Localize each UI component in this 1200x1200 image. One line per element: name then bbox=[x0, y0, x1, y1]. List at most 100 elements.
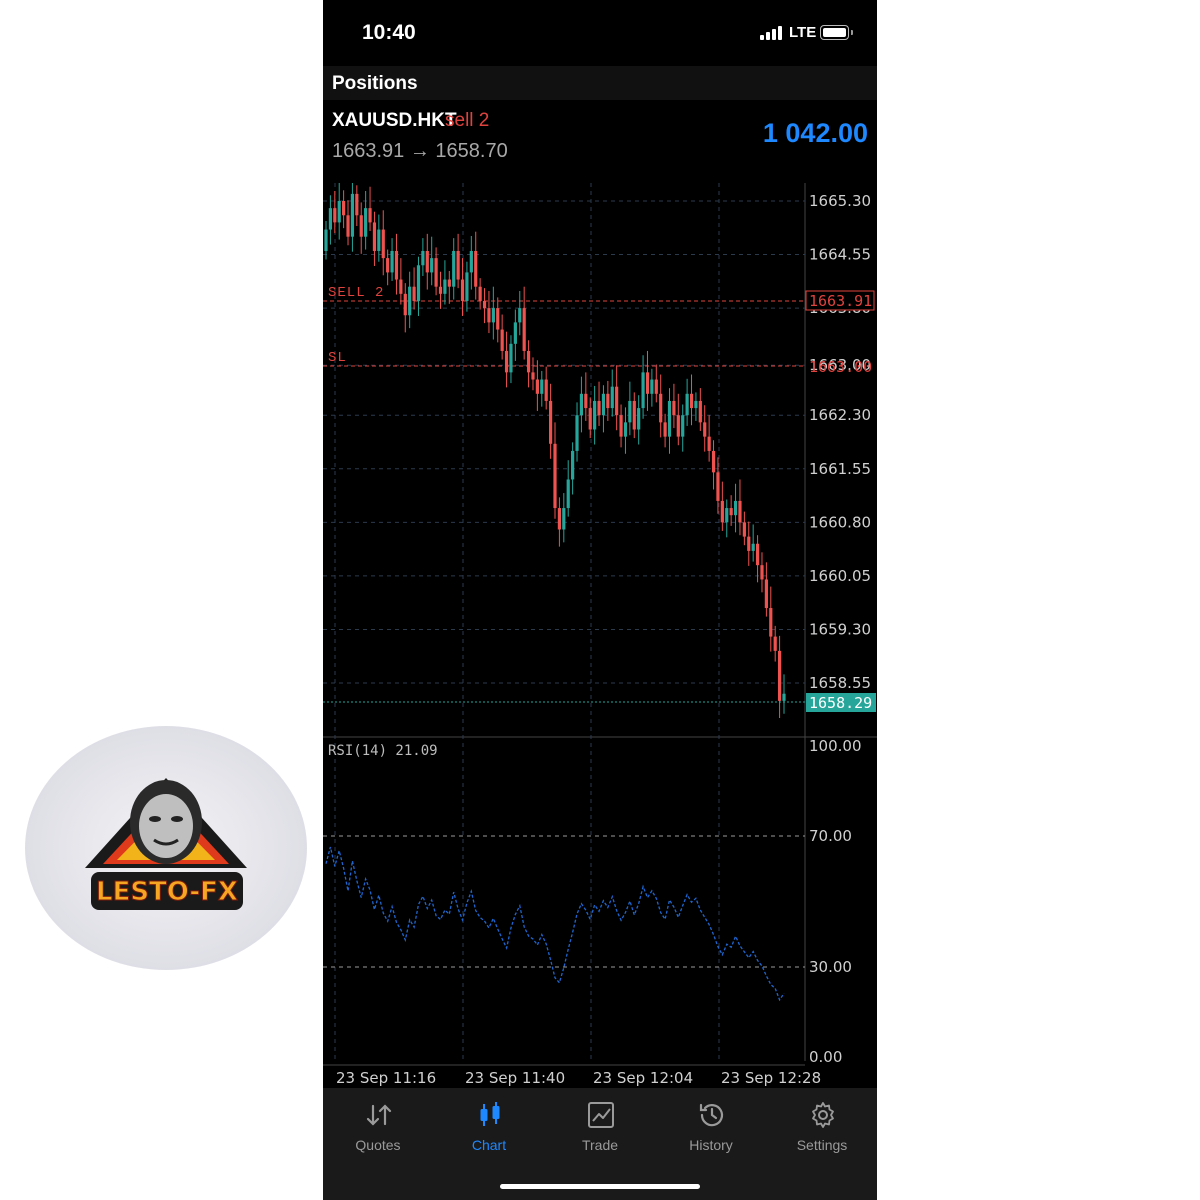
price-tick-label: 1664.55 bbox=[809, 246, 871, 264]
candle-body bbox=[645, 372, 650, 394]
candle bbox=[469, 235, 473, 290]
candle-body bbox=[350, 193, 355, 237]
candle-body bbox=[421, 250, 425, 266]
candle bbox=[447, 270, 451, 304]
candle-body bbox=[773, 636, 777, 651]
candle bbox=[408, 271, 412, 329]
candle bbox=[562, 493, 566, 543]
candle bbox=[544, 366, 548, 410]
candle-body bbox=[641, 372, 645, 409]
candle bbox=[491, 286, 495, 340]
candle bbox=[522, 286, 526, 360]
position-prices: 1663.91 → 1658.70 bbox=[332, 140, 508, 163]
price-tick-label: 1658.55 bbox=[809, 674, 871, 692]
candle bbox=[637, 395, 641, 445]
candle-body bbox=[434, 258, 438, 287]
candle-body bbox=[438, 286, 443, 294]
candle bbox=[513, 309, 517, 361]
candle bbox=[698, 388, 702, 431]
candle-body bbox=[584, 393, 588, 409]
candle bbox=[619, 404, 623, 448]
candle-body bbox=[711, 450, 716, 473]
candle-body bbox=[469, 250, 473, 273]
sl-level-line[interactable]: SL 1663.00 bbox=[323, 350, 872, 376]
candle bbox=[548, 383, 553, 459]
candle-body bbox=[412, 286, 416, 301]
candle bbox=[575, 402, 579, 462]
candle bbox=[707, 415, 711, 462]
candle-body bbox=[394, 250, 399, 280]
candle bbox=[667, 388, 672, 454]
home-indicator[interactable] bbox=[500, 1184, 700, 1189]
candle bbox=[773, 625, 777, 662]
candle-body bbox=[760, 565, 764, 580]
candle-body bbox=[364, 208, 368, 237]
candle-body bbox=[742, 522, 746, 537]
candle bbox=[742, 511, 746, 546]
bid-price-tag: 1658.29 bbox=[809, 694, 872, 712]
candle-body bbox=[716, 472, 720, 501]
rsi-tick-100: 100.00 bbox=[809, 737, 862, 755]
candles bbox=[324, 183, 786, 718]
position-row[interactable]: XAUUSD.HKT sell 2 1663.91 → 1658.70 1 04… bbox=[323, 100, 877, 183]
tab-chart[interactable]: Chart bbox=[434, 1088, 544, 1168]
time-grid bbox=[334, 183, 720, 1061]
candle bbox=[623, 407, 628, 454]
position-symbol: XAUUSD.HKT bbox=[332, 110, 457, 131]
rsi-tick-30: 30.00 bbox=[809, 958, 852, 976]
candle-body bbox=[544, 379, 548, 401]
candle bbox=[337, 183, 341, 240]
tab-label: Quotes bbox=[355, 1137, 401, 1153]
candle bbox=[421, 238, 425, 276]
candle bbox=[760, 552, 764, 593]
lesto-fx-logo: LESTO-FX bbox=[25, 726, 307, 970]
tab-quotes[interactable]: Quotes bbox=[323, 1088, 433, 1168]
candle bbox=[645, 350, 650, 411]
candle-body bbox=[593, 400, 597, 430]
candle-body bbox=[676, 415, 680, 437]
candle bbox=[663, 413, 667, 448]
candle-body bbox=[381, 229, 385, 259]
candle-body bbox=[513, 322, 517, 344]
candle-body bbox=[474, 250, 478, 287]
candle bbox=[681, 404, 685, 452]
tab-trade[interactable]: Trade bbox=[545, 1088, 655, 1168]
price-tick-label: 1661.55 bbox=[809, 460, 871, 478]
candle-body bbox=[628, 400, 632, 423]
price-chart[interactable]: 1665.301664.551663.801663.001662.301661.… bbox=[323, 183, 877, 1088]
candle-body bbox=[667, 400, 672, 437]
candle-body bbox=[685, 393, 689, 416]
candle bbox=[566, 460, 570, 517]
price-grid: 1665.301664.551663.801663.001662.301661.… bbox=[323, 192, 871, 692]
candle bbox=[500, 314, 504, 360]
candle bbox=[584, 372, 588, 421]
candle-body bbox=[681, 415, 685, 437]
candle-body bbox=[333, 208, 337, 223]
time-axis: 23 Sep 11:16 23 Sep 11:40 23 Sep 12:04 2… bbox=[336, 1069, 821, 1087]
candle-body bbox=[650, 379, 654, 394]
current-price: 1658.70 bbox=[435, 140, 508, 162]
sl-price-tag: 1663.00 bbox=[809, 358, 872, 376]
candle-body bbox=[324, 229, 328, 251]
price-tick-label: 1665.30 bbox=[809, 192, 871, 210]
candle-body bbox=[729, 508, 733, 516]
candle-body bbox=[328, 208, 333, 230]
candle bbox=[689, 374, 694, 426]
candle bbox=[350, 183, 355, 252]
candle-body bbox=[738, 500, 742, 523]
candle bbox=[685, 378, 689, 426]
candle-body bbox=[500, 329, 504, 351]
candle-body bbox=[747, 536, 751, 551]
candle-body bbox=[425, 250, 429, 273]
tab-settings[interactable]: Settings bbox=[767, 1088, 877, 1168]
battery-icon bbox=[820, 25, 853, 40]
candle-body bbox=[571, 450, 575, 480]
candle-body bbox=[548, 400, 553, 444]
tab-history[interactable]: History bbox=[656, 1088, 766, 1168]
candle bbox=[579, 376, 584, 433]
candle bbox=[777, 635, 782, 718]
candle bbox=[342, 190, 346, 229]
candle bbox=[328, 195, 333, 245]
tab-label: Chart bbox=[471, 1137, 507, 1153]
rsi-label: RSI(14) 21.09 bbox=[328, 743, 438, 759]
